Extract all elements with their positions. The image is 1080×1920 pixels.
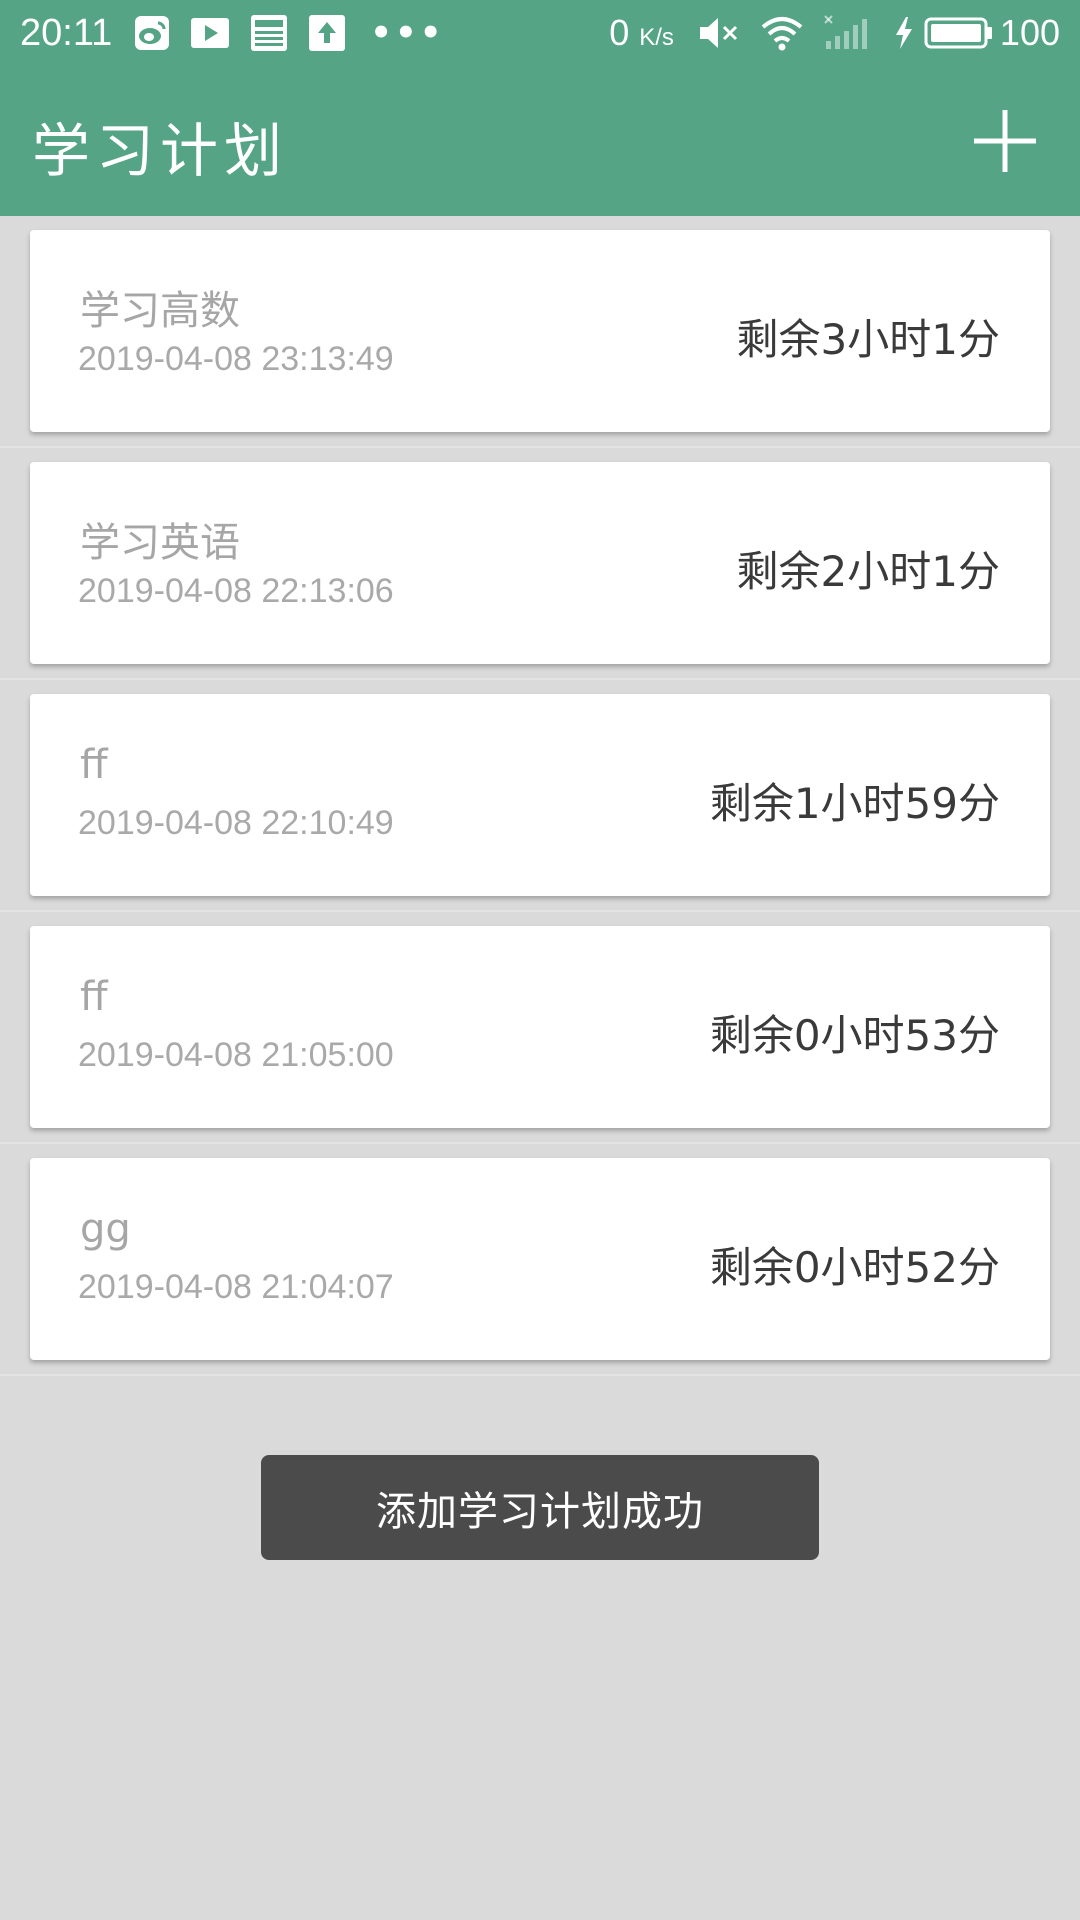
status-bar: 20:11 ••• 0 K/s 100 — [0, 0, 1080, 66]
plan-time: 2019-04-08 22:10:49 — [78, 804, 394, 842]
plan-card[interactable]: gg 2019-04-08 21:04:07 剩余0小时52分 — [30, 1158, 1050, 1360]
plan-remaining: 剩余0小时53分 — [709, 1011, 1000, 1060]
more-notifications-icon: ••• — [370, 13, 445, 53]
plan-time: 2019-04-08 21:04:07 — [78, 1268, 394, 1306]
plan-list: 学习高数 2019-04-08 23:13:49 剩余3小时1分 学习英语 20… — [0, 216, 1080, 1376]
page-title: 学习计划 — [32, 117, 289, 185]
list-row: ff 2019-04-08 21:05:00 剩余0小时53分 — [0, 912, 1080, 1144]
plan-card[interactable]: 学习高数 2019-04-08 23:13:49 剩余3小时1分 — [30, 230, 1050, 432]
signal-icon — [824, 15, 874, 51]
plan-card[interactable]: ff 2019-04-08 22:10:49 剩余1小时59分 — [30, 694, 1050, 896]
plan-title: ff — [80, 742, 108, 788]
plan-remaining: 剩余2小时1分 — [736, 547, 1000, 596]
app-bar: 学习计划 — [0, 66, 1080, 216]
plan-remaining: 剩余3小时1分 — [736, 315, 1000, 364]
plan-time: 2019-04-08 21:05:00 — [78, 1036, 394, 1074]
plan-time: 2019-04-08 22:13:06 — [78, 572, 394, 610]
status-time: 20:11 — [20, 11, 113, 54]
plan-title: gg — [80, 1206, 131, 1252]
plan-time: 2019-04-08 23:13:49 — [78, 340, 394, 378]
plan-title: 学习英语 — [80, 520, 240, 566]
list-row: 学习英语 2019-04-08 22:13:06 剩余2小时1分 — [0, 448, 1080, 680]
plan-title: ff — [80, 974, 108, 1020]
list-row: gg 2019-04-08 21:04:07 剩余0小时52分 — [0, 1144, 1080, 1376]
toast-message: 添加学习计划成功 — [261, 1455, 819, 1560]
battery-icon — [924, 15, 994, 51]
status-bar-right: 0 K/s 100 — [609, 0, 1060, 66]
add-plan-button[interactable] — [970, 106, 1040, 176]
video-icon — [190, 15, 230, 51]
plan-card[interactable]: ff 2019-04-08 21:05:00 剩余0小时53分 — [30, 926, 1050, 1128]
wifi-icon — [760, 15, 804, 51]
upload-icon — [308, 14, 346, 52]
network-speed-unit: K/s — [639, 24, 674, 51]
list-row: 学习高数 2019-04-08 23:13:49 剩余3小时1分 — [0, 216, 1080, 448]
plus-icon — [974, 110, 1036, 172]
plan-card[interactable]: 学习英语 2019-04-08 22:13:06 剩余2小时1分 — [30, 462, 1050, 664]
battery-level: 100 — [999, 12, 1060, 53]
plan-remaining: 剩余0小时52分 — [709, 1243, 1000, 1292]
weibo-icon — [134, 15, 170, 51]
status-bar-left: 20:11 ••• — [20, 0, 444, 66]
list-row: ff 2019-04-08 22:10:49 剩余1小时59分 — [0, 680, 1080, 912]
mute-icon — [698, 15, 740, 51]
news-icon — [250, 14, 288, 52]
charging-icon — [894, 15, 914, 51]
network-speed: 0 K/s — [609, 12, 674, 54]
plan-title: 学习高数 — [80, 288, 240, 334]
plan-remaining: 剩余1小时59分 — [709, 779, 1000, 828]
network-speed-value: 0 — [609, 12, 630, 53]
